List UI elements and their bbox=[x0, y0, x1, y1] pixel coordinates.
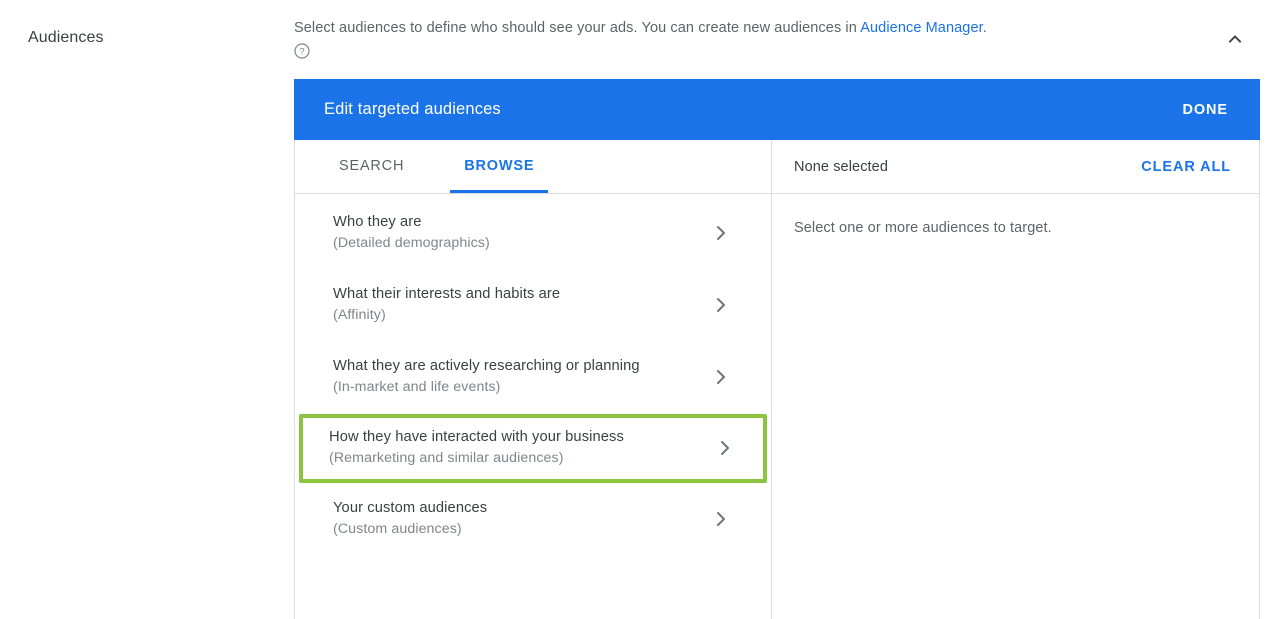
browse-item-subtitle: (Detailed demographics) bbox=[333, 235, 490, 251]
browse-item-in-market-life-events[interactable]: What they are actively researching or pl… bbox=[303, 346, 763, 409]
dialog-header: Edit targeted audiences DONE bbox=[294, 79, 1260, 140]
browse-item-custom-audiences[interactable]: Your custom audiences (Custom audiences) bbox=[303, 488, 763, 551]
browse-item-title: How they have interacted with your busin… bbox=[329, 429, 624, 445]
audiences-panel: Audiences Select audiences to define who… bbox=[0, 0, 1276, 619]
svg-text:?: ? bbox=[299, 47, 304, 58]
chevron-right-icon bbox=[715, 438, 735, 458]
browse-pane: SEARCH BROWSE Who they are (Detailed dem… bbox=[295, 140, 772, 619]
selection-hint: Select one or more audiences to target. bbox=[794, 220, 1052, 236]
clear-all-button[interactable]: CLEAR ALL bbox=[1141, 159, 1231, 175]
browse-item-title: Who they are bbox=[333, 214, 422, 230]
browse-item-subtitle: (In-market and life events) bbox=[333, 379, 501, 395]
description-block: Select audiences to define who should se… bbox=[294, 17, 1224, 59]
browse-item-title: What their interests and habits are bbox=[333, 286, 561, 302]
description-text-after: . bbox=[982, 20, 987, 36]
tab-search[interactable]: SEARCH bbox=[325, 139, 418, 193]
tab-browse[interactable]: BROWSE bbox=[450, 139, 549, 193]
collapse-section-button[interactable] bbox=[1222, 28, 1248, 54]
browse-item-title: Your custom audiences bbox=[333, 500, 488, 516]
page-title: Audiences bbox=[28, 29, 104, 46]
description-text: Select audiences to define who should se… bbox=[294, 17, 1224, 39]
edit-targeted-audiences-dialog: Edit targeted audiences DONE SEARCH BROW… bbox=[294, 79, 1260, 619]
browse-item-subtitle: (Custom audiences) bbox=[333, 521, 462, 537]
chevron-right-icon bbox=[711, 223, 731, 243]
browse-item-title: What they are actively researching or pl… bbox=[333, 358, 640, 374]
browse-item-subtitle: (Remarketing and similar audiences) bbox=[329, 450, 564, 466]
chevron-up-icon bbox=[1226, 30, 1244, 53]
browse-item-interests-habits[interactable]: What their interests and habits are (Aff… bbox=[303, 274, 763, 337]
browse-item-remarketing[interactable]: How they have interacted with your busin… bbox=[299, 414, 767, 483]
description-text-before: Select audiences to define who should se… bbox=[294, 20, 861, 36]
selection-header: None selected CLEAR ALL bbox=[772, 140, 1259, 194]
help-circle-icon[interactable]: ? bbox=[294, 43, 310, 59]
dialog-title: Edit targeted audiences bbox=[324, 100, 501, 118]
chevron-right-icon bbox=[711, 367, 731, 387]
browse-list: Who they are (Detailed demographics) Wha… bbox=[295, 194, 771, 619]
chevron-right-icon bbox=[711, 509, 731, 529]
audience-manager-link[interactable]: Audience Manager bbox=[860, 20, 983, 36]
dialog-tabs: SEARCH BROWSE bbox=[295, 140, 771, 194]
selection-pane: None selected CLEAR ALL Select one or mo… bbox=[772, 140, 1259, 619]
browse-item-subtitle: (Affinity) bbox=[333, 307, 386, 323]
chevron-right-icon bbox=[711, 295, 731, 315]
browse-item-who-they-are[interactable]: Who they are (Detailed demographics) bbox=[303, 202, 763, 265]
done-button[interactable]: DONE bbox=[1179, 96, 1233, 124]
dialog-body: SEARCH BROWSE Who they are (Detailed dem… bbox=[295, 140, 1259, 619]
selection-status: None selected bbox=[794, 158, 888, 175]
